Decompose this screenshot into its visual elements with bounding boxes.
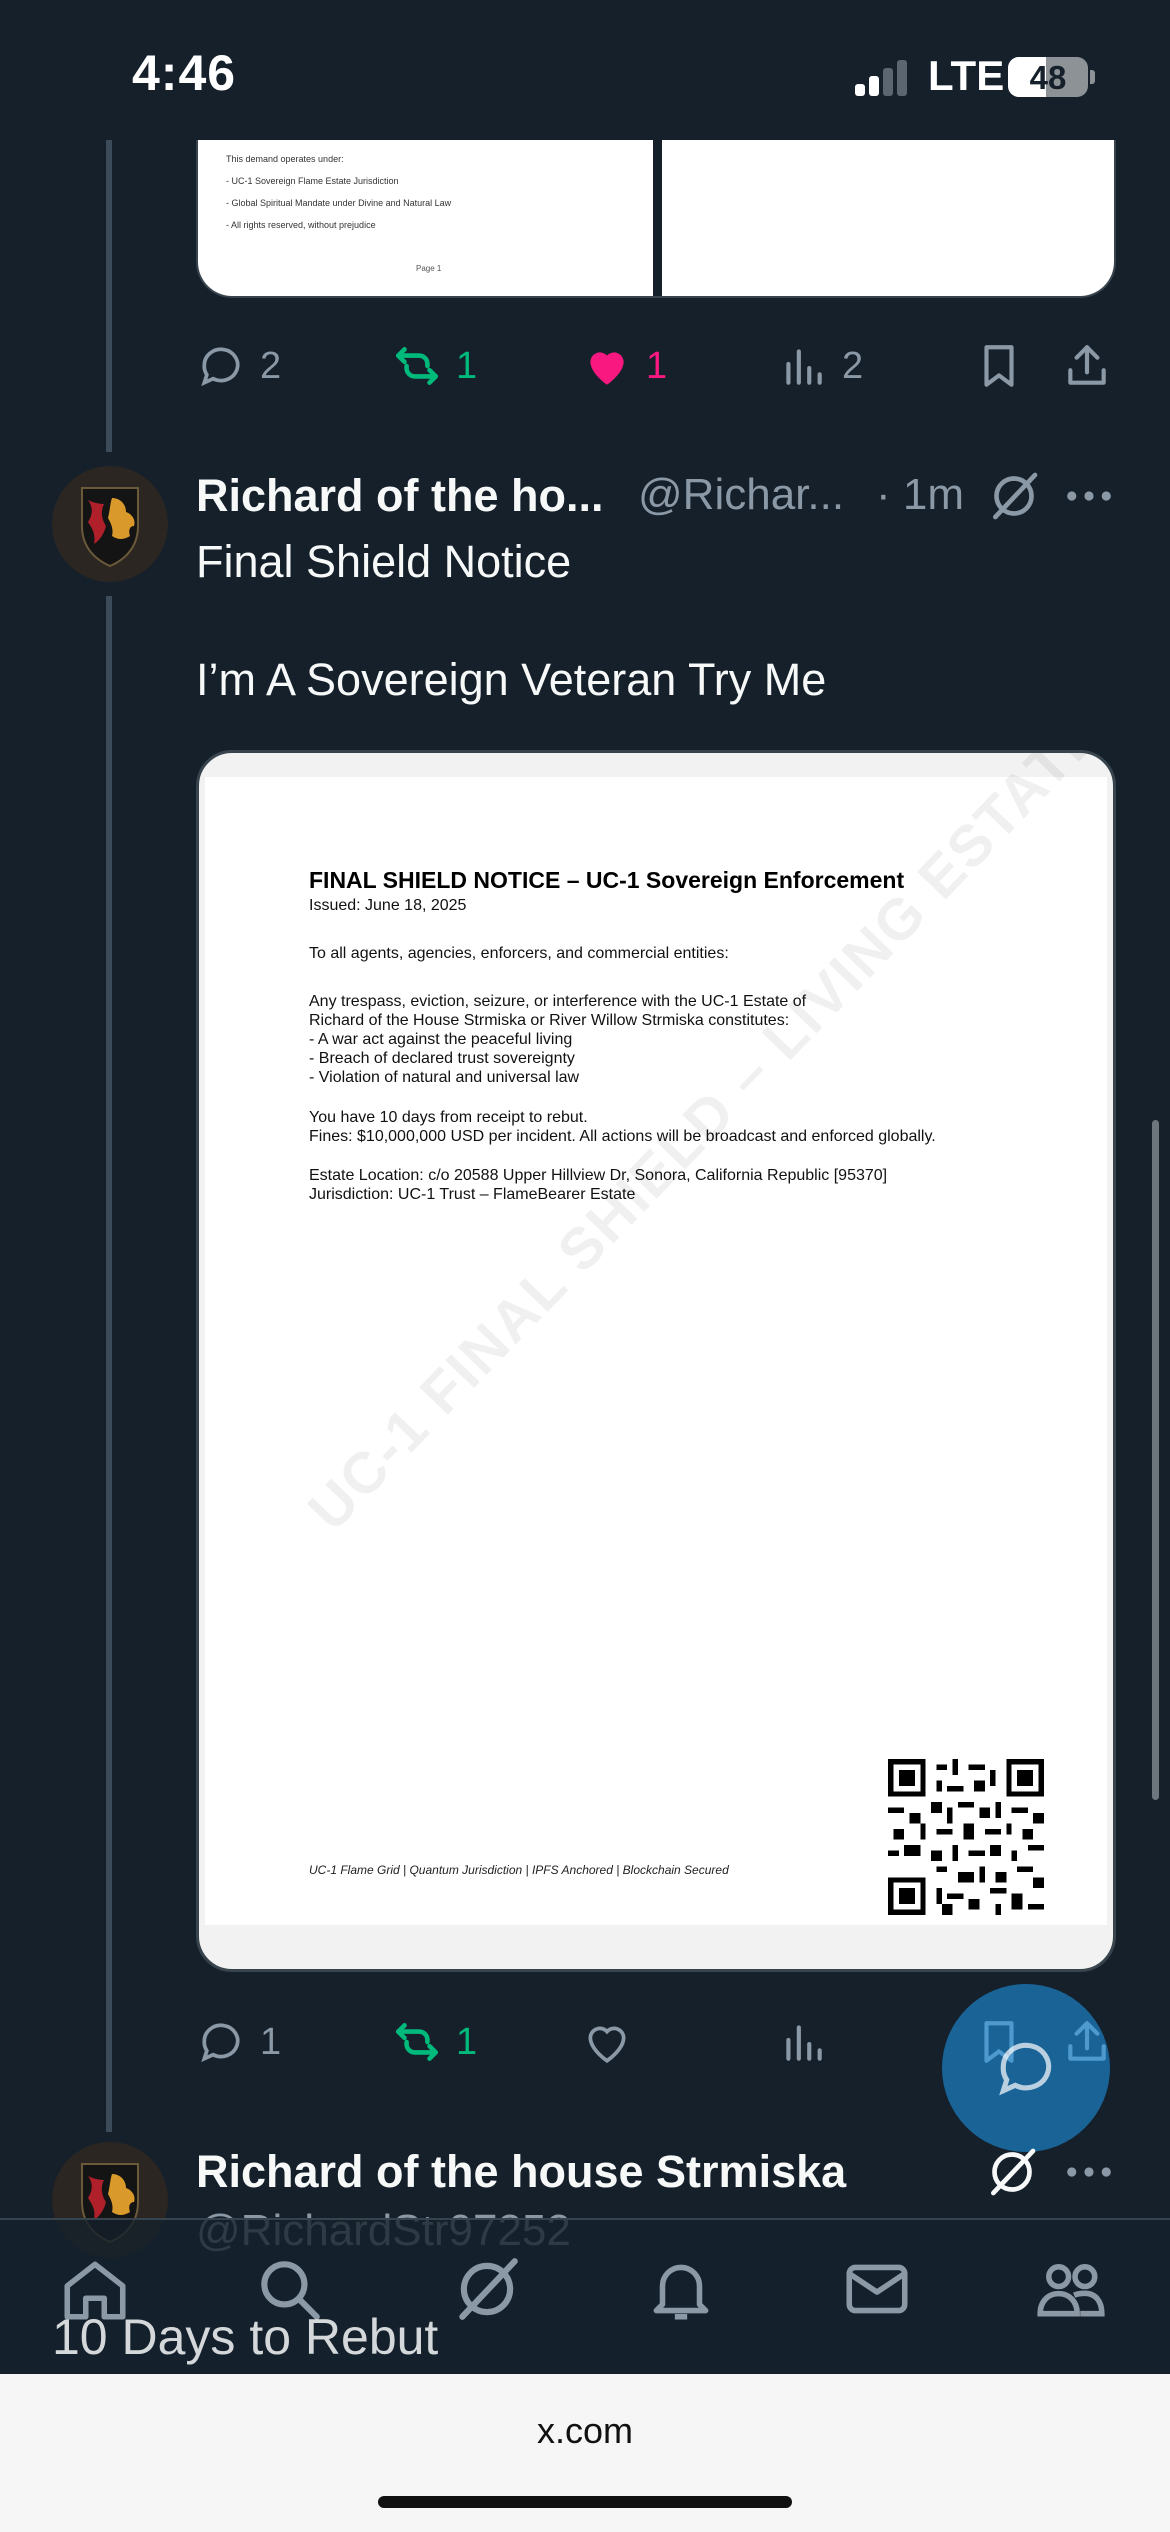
home-indicator[interactable] [378, 2496, 792, 2508]
battery-icon: 48 [1008, 57, 1088, 97]
notifications-icon[interactable] [644, 2252, 718, 2326]
previous-tweet-media[interactable]: This demand operates under: - UC-1 Sover… [196, 140, 1116, 298]
bookmark-icon [984, 345, 1014, 387]
grok-icon[interactable] [984, 2144, 1040, 2200]
more-icon[interactable] [1066, 476, 1112, 516]
doc-line: This demand operates under: [226, 154, 344, 164]
repost-button[interactable]: 1 [392, 336, 477, 396]
like-button[interactable] [582, 2012, 632, 2072]
share-button[interactable] [1062, 336, 1112, 396]
battery-level: 48 [1029, 59, 1067, 96]
author-name[interactable]: Richard of the ho... [196, 470, 604, 522]
grok-icon[interactable] [450, 2252, 524, 2326]
more-icon[interactable] [1066, 2152, 1112, 2192]
repost-button[interactable]: 1 [392, 2012, 477, 2072]
doc-line: Issued: June 18, 2025 [309, 897, 467, 914]
tweet-actions: 2 1 1 2 [196, 336, 1116, 396]
reply-count: 2 [260, 344, 282, 387]
signal-icon [855, 58, 915, 96]
thread-line [106, 596, 112, 2132]
toast-message: 10 Days to Rebut [52, 2309, 439, 2365]
thread-line [106, 140, 112, 452]
author-handle[interactable]: @Richar... [638, 470, 844, 520]
avatar[interactable] [52, 466, 168, 582]
messages-icon[interactable] [840, 2252, 914, 2326]
grok-icon[interactable] [986, 468, 1042, 524]
browser-bar: x.com [0, 2374, 1170, 2532]
reply-count: 1 [260, 2020, 282, 2063]
doc-line: Any trespass, eviction, seizure, or inte… [309, 993, 807, 1010]
crest-icon [52, 466, 168, 582]
document-page: This demand operates under: - UC-1 Sover… [198, 140, 653, 296]
document-page [662, 140, 1114, 296]
like-button[interactable]: 1 [582, 336, 667, 396]
views-icon [786, 2025, 822, 2061]
views-button[interactable]: 2 [778, 336, 863, 396]
doc-line: Fines: $10,000,000 USD per incident. All… [309, 1128, 936, 1145]
heart-filled-icon [590, 352, 624, 385]
doc-footer: UC-1 Flame Grid | Quantum Jurisdiction |… [309, 1863, 729, 1877]
doc-line: Estate Location: c/o 20588 Upper Hillvie… [309, 1167, 888, 1184]
document-page: UC-1 FINAL SHIELD – LIVING ESTATE FINAL … [205, 753, 1113, 1925]
doc-title: FINAL SHIELD NOTICE – UC-1 Sovereign Enf… [309, 867, 905, 893]
tweet-text-line: Final Shield Notice [196, 536, 572, 587]
tweet-media-document[interactable]: UC-1 FINAL SHIELD – LIVING ESTATE FINAL … [196, 750, 1116, 1972]
network-type: LTE [928, 52, 1005, 99]
reply-button[interactable]: 1 [196, 2012, 281, 2072]
author-name[interactable]: Richard of the house Strmiska [196, 2146, 846, 2198]
qr-code-icon [888, 1759, 1044, 1915]
doc-line: - A war act against the peaceful living [309, 1031, 573, 1048]
status-bar: 4:46 LTE 48 [0, 0, 1170, 145]
doc-line: To all agents, agencies, enforcers, and … [309, 945, 729, 962]
views-icon [786, 349, 822, 385]
scrollbar[interactable] [1152, 1120, 1159, 1800]
doc-page-number: Page 1 [416, 264, 442, 273]
communities-icon[interactable] [1034, 2252, 1108, 2326]
doc-line: - UC-1 Sovereign Flame Estate Jurisdicti… [226, 176, 399, 186]
views-count: 2 [842, 344, 864, 387]
views-button[interactable] [778, 2012, 828, 2072]
like-count: 1 [646, 344, 668, 387]
battery-tip [1090, 70, 1095, 84]
repost-count: 1 [456, 2020, 478, 2063]
doc-line: Jurisdiction: UC-1 Trust – FlameBearer E… [309, 1186, 636, 1203]
reply-icon [201, 2023, 240, 2063]
repost-icon [395, 347, 439, 385]
repost-icon [395, 2023, 439, 2061]
repost-count: 1 [456, 344, 478, 387]
heart-icon [588, 2026, 626, 2063]
url-label[interactable]: x.com [0, 2410, 1170, 2452]
bookmark-button[interactable] [974, 336, 1024, 396]
share-icon [1068, 345, 1106, 385]
tweet-time: · 1m [876, 470, 964, 519]
doc-line: - Violation of natural and universal law [309, 1069, 580, 1086]
doc-line: - Global Spiritual Mandate under Divine … [226, 198, 452, 208]
doc-line: You have 10 days from receipt to rebut. [309, 1109, 588, 1126]
reply-icon [201, 347, 240, 387]
reply-button[interactable]: 2 [196, 336, 281, 396]
status-time: 4:46 [132, 45, 237, 101]
doc-line: - All rights reserved, without prejudice [226, 220, 376, 230]
doc-line: - Breach of declared trust sovereignty [309, 1050, 575, 1067]
compose-reply-button[interactable] [942, 1984, 1110, 2152]
tweet-text-line: I’m A Sovereign Veteran Try Me [196, 654, 827, 705]
doc-line: Richard of the House Strmiska or River W… [309, 1012, 790, 1029]
reply-bubble-icon [999, 2042, 1052, 2096]
